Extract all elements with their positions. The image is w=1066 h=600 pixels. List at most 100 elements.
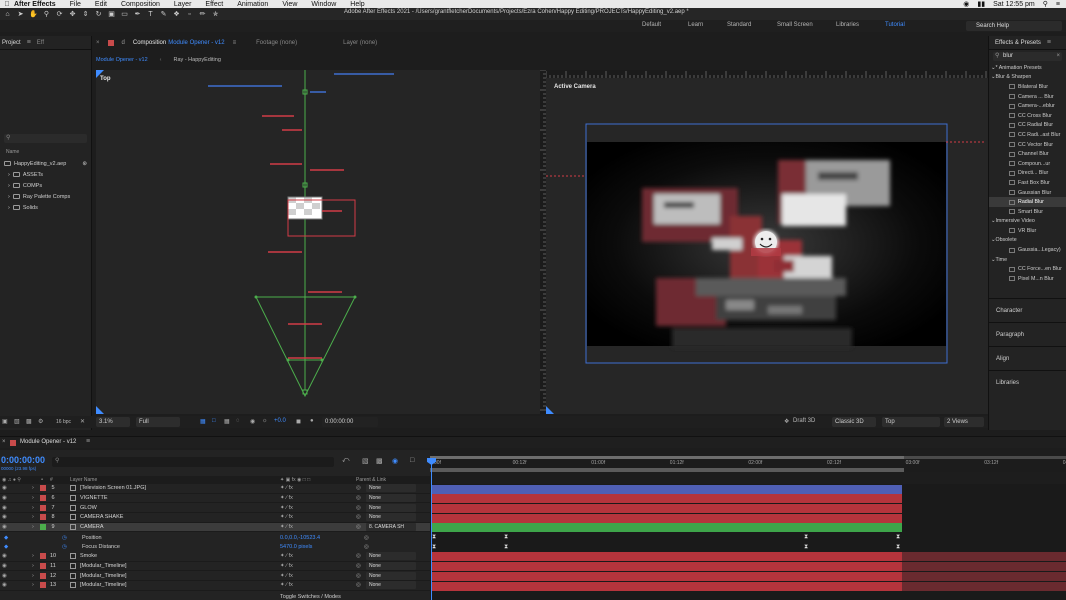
twirl-chevron-icon[interactable]: ›	[32, 514, 34, 520]
selection-tool-icon[interactable]: ➤	[15, 9, 26, 19]
panel-menu-icon[interactable]: ≡	[27, 39, 31, 46]
layer-name-column[interactable]: Layer Name	[70, 477, 97, 483]
panel-menu-icon[interactable]: ≡	[233, 40, 237, 46]
keyframe-marker[interactable]: ⧗	[804, 534, 808, 541]
layer-name[interactable]: VIGNETTE	[80, 495, 108, 501]
align-panel[interactable]: Align	[989, 346, 1066, 370]
layer-switches-icons[interactable]: ✦ ∕ fx	[280, 514, 293, 520]
flowchart-icon[interactable]: ⊛	[82, 161, 87, 167]
workspace-small-screen[interactable]: Small Screen	[777, 22, 813, 28]
effect-item[interactable]: Gaussia...Legacy)	[989, 245, 1066, 255]
chevron-right-icon[interactable]: ›	[8, 183, 10, 189]
menu-clock[interactable]: Sat 12:55 pm	[993, 1, 1035, 8]
pickwhip-icon[interactable]: ◎	[356, 573, 361, 579]
libraries-panel[interactable]: Libraries	[989, 370, 1066, 394]
project-column-name[interactable]: Name	[0, 149, 91, 158]
property-row[interactable]: ◆ ◷ Position 0.0,0.0,-10523.4 ◎	[0, 533, 430, 543]
label-column-icon[interactable]: ⚬	[40, 477, 44, 483]
twirl-chevron-icon[interactable]: ›	[32, 582, 34, 588]
stopwatch-icon[interactable]: ◷	[62, 544, 67, 550]
layer-switches-icons[interactable]: ✦ ∕ fx	[280, 553, 293, 559]
layer-switches-icons[interactable]: ✦ ∕ fx	[280, 495, 293, 501]
visibility-eye-icon[interactable]: ◉	[2, 573, 7, 579]
exposure-value[interactable]: +0.0	[274, 418, 286, 424]
visibility-eye-icon[interactable]: ◉	[2, 495, 7, 501]
grid-icon[interactable]: ▦	[224, 418, 230, 425]
clone-tool-icon[interactable]: ❖	[171, 9, 182, 19]
timeline-comp-tab[interactable]: Module Opener - v12	[20, 439, 76, 445]
switches-column-icons[interactable]: ✦ ▣ fx ◉ □ □	[280, 477, 310, 483]
shape-tool-icon[interactable]: ▭	[119, 9, 130, 19]
layer-row[interactable]: ◉ › 10 Smoke ✦ ∕ fx ◎ None	[0, 552, 430, 562]
layer-name[interactable]: GLOW	[80, 505, 97, 511]
view-layout-select[interactable]: 2 Views	[944, 417, 984, 427]
effect-item[interactable]: CC Force...en Blur	[989, 264, 1066, 274]
dolly-tool-icon[interactable]: ⇕	[80, 9, 91, 19]
layer-duration-bar[interactable]	[432, 494, 902, 504]
comp-tab-prefix[interactable]: Composition	[133, 40, 166, 46]
effect-item[interactable]: VR Blur	[989, 226, 1066, 236]
comp-tab-name[interactable]: Module Opener - v12	[168, 40, 224, 46]
twirl-chevron-icon[interactable]: ›	[32, 573, 34, 579]
workspace-learn[interactable]: Learn	[688, 22, 703, 28]
workspace-tutorial[interactable]: Tutorial	[885, 22, 905, 28]
layer-name[interactable]: [Modular_Timeline]	[80, 573, 127, 579]
effect-item[interactable]: CC Cross Blur	[989, 111, 1066, 121]
parent-select[interactable]: None	[366, 571, 416, 580]
renderer-select[interactable]: Classic 3D	[832, 417, 876, 427]
visibility-eye-icon[interactable]: ◉	[2, 563, 7, 569]
project-item-solids[interactable]: › Solids	[0, 202, 91, 213]
keyframe-marker[interactable]: ⧗	[896, 544, 900, 551]
twirl-chevron-icon[interactable]: ›	[32, 505, 34, 511]
visibility-eye-icon[interactable]: ◉	[2, 514, 7, 520]
panel-menu-icon[interactable]: ≡	[86, 438, 90, 445]
effect-controls-tab[interactable]: Eff	[37, 40, 44, 46]
keyframe-nav-icon[interactable]: ◆	[4, 544, 8, 550]
panel-menu-icon[interactable]: ≡	[1047, 39, 1051, 46]
layer-duration-bar[interactable]	[432, 513, 902, 523]
timeline-search-input[interactable]: ⚲	[52, 457, 334, 467]
shy-layers-icon[interactable]: ▩	[376, 457, 383, 465]
type-tool-icon[interactable]: T	[145, 9, 156, 19]
footage-tab[interactable]: Footage (none)	[256, 40, 297, 46]
new-folder-icon[interactable]: ▧	[14, 418, 20, 425]
chevron-right-icon[interactable]: ›	[8, 205, 10, 211]
render-range[interactable]	[430, 468, 904, 472]
exposure-reset-icon[interactable]: ☼	[262, 418, 268, 424]
hand-tool-icon[interactable]: ✋	[28, 9, 39, 19]
pickwhip-icon[interactable]: ◎	[356, 582, 361, 588]
toggle-switches-modes[interactable]: Toggle Switches / Modes	[280, 594, 341, 600]
trash-icon[interactable]: ✕	[80, 418, 85, 425]
viewer-active-camera[interactable]: Active Camera	[546, 78, 988, 414]
parent-select[interactable]: 8. CAMERA SH	[366, 523, 416, 532]
eraser-tool-icon[interactable]: ▫	[184, 9, 195, 19]
effects-search-input[interactable]: ⚲ blur ×	[993, 52, 1062, 61]
pickwhip-icon[interactable]: ◎	[364, 535, 369, 541]
mask-visibility-icon[interactable]: ◌	[236, 418, 240, 424]
pickwhip-icon[interactable]: ◎	[356, 514, 361, 520]
draft-3d-toggle[interactable]: Draft 3D	[793, 418, 815, 424]
visibility-eye-icon[interactable]: ◉	[2, 524, 7, 530]
workspace-libraries[interactable]: Libraries	[836, 22, 859, 28]
stopwatch-icon[interactable]: ◷	[62, 535, 67, 541]
twirl-chevron-icon[interactable]: ›	[32, 524, 34, 530]
work-area-range[interactable]	[430, 456, 904, 459]
project-item-assets[interactable]: › ASSETs	[0, 169, 91, 180]
layer-switches-icons[interactable]: ✦ ∕ fx	[280, 582, 293, 588]
orbit-tool-icon[interactable]: ⟳	[54, 9, 65, 19]
effects-category[interactable]: ⌄ Obsolete	[989, 236, 1066, 246]
zoom-tool-icon[interactable]: ⚲	[41, 9, 52, 19]
chevron-right-icon[interactable]: ›	[8, 194, 10, 200]
region-of-interest-icon[interactable]: □	[212, 418, 216, 424]
keyframe-nav-icon[interactable]: ◆	[4, 535, 8, 541]
menu-help[interactable]: Help	[350, 1, 364, 8]
pickwhip-icon[interactable]: ◎	[356, 485, 361, 491]
snapshot-icon[interactable]: ◼	[296, 418, 301, 425]
timeline-tracks[interactable]: ⧗ ⧗ ⧗ ⧗ ⧗ ⧗ ⧗ ⧗	[430, 484, 1066, 600]
keyframe-marker[interactable]: ⧗	[804, 544, 808, 551]
twirl-chevron-icon[interactable]: ›	[32, 553, 34, 559]
twirl-chevron-icon[interactable]: ›	[32, 495, 34, 501]
paragraph-panel[interactable]: Paragraph	[989, 322, 1066, 346]
menu-edit[interactable]: Edit	[95, 1, 107, 8]
number-column[interactable]: #	[50, 477, 53, 483]
